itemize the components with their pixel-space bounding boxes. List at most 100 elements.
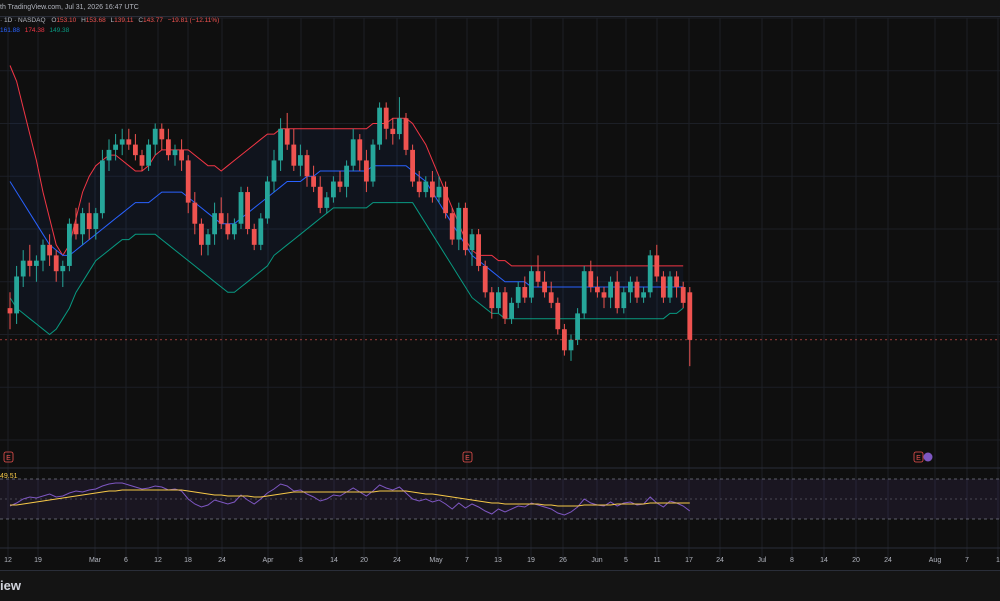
candle-body: [482, 265, 488, 293]
x-tick-label: 6: [124, 557, 128, 564]
x-tick-label: 7: [465, 557, 469, 564]
candle-body: [436, 186, 442, 198]
candle-body: [119, 139, 125, 145]
candle-body: [47, 244, 52, 256]
candle-body: [311, 176, 316, 187]
candle-body: [7, 308, 13, 314]
earnings-label: E: [465, 455, 470, 462]
candle-body: [674, 276, 679, 288]
candle-body: [509, 302, 514, 319]
candle-body: [278, 128, 283, 161]
x-tick-label: 19: [527, 557, 535, 564]
candle-body: [238, 192, 244, 224]
candle-body: [113, 144, 118, 150]
candle-body: [575, 313, 580, 340]
x-tick-label: 14: [820, 557, 828, 564]
candle-body: [152, 128, 158, 145]
candle-body: [324, 197, 330, 208]
candle-body: [634, 281, 640, 298]
candle-body: [34, 260, 39, 266]
earnings-label: E: [916, 455, 921, 462]
change-value: −19.81 (−12.11%): [167, 17, 220, 24]
x-tick-label: 24: [884, 557, 892, 564]
bb-lower-value: 149.38: [49, 27, 70, 34]
candle-body: [93, 213, 99, 229]
candle-body: [106, 149, 112, 161]
x-tick-label: Mar: [89, 557, 102, 564]
candle-body: [581, 271, 587, 314]
candle-body: [595, 287, 600, 293]
candle-body: [192, 202, 198, 224]
candle-body: [390, 128, 396, 135]
x-tick-label: 7: [965, 557, 969, 564]
candle-body: [185, 160, 191, 203]
candle-body: [159, 128, 165, 140]
candle-body: [20, 260, 26, 277]
candle-body: [568, 339, 574, 351]
candle-body: [502, 292, 508, 319]
candle-body: [515, 287, 521, 303]
candle-body: [410, 149, 415, 182]
candle-body: [304, 155, 310, 177]
bb-upper-value: 174.38: [24, 27, 45, 34]
x-tick-label: 20: [852, 557, 860, 564]
x-tick-label: Jul: [758, 557, 767, 564]
candle-body: [608, 281, 613, 298]
high-value: 153.68: [85, 17, 106, 24]
candle-body: [542, 281, 547, 293]
x-tick-label: 8: [299, 557, 303, 564]
candle-body: [344, 165, 349, 187]
candle-body: [80, 213, 85, 235]
candle-body: [271, 160, 277, 182]
candle-body: [67, 223, 72, 266]
candle-body: [245, 192, 250, 229]
candle-body: [628, 281, 633, 293]
open-value: 153.10: [56, 17, 77, 24]
candle-body: [298, 155, 303, 166]
candle-body: [337, 181, 343, 187]
x-tick-label: 19: [34, 557, 42, 564]
candle-body: [258, 218, 264, 245]
bb-basis-value: 161.88: [0, 27, 20, 34]
dividend-icon: [923, 452, 933, 462]
candle-body: [529, 271, 534, 298]
candle-body: [463, 207, 468, 251]
candle-body: [139, 155, 145, 166]
candle-body: [522, 287, 528, 298]
candle-body: [601, 292, 607, 298]
x-tick-label: 8: [790, 557, 794, 564]
candle-body: [53, 255, 59, 272]
earnings-label: E: [6, 455, 11, 462]
candle-body: [496, 292, 501, 309]
candle-body: [317, 186, 323, 208]
candle-body: [489, 292, 495, 309]
candle-body: [284, 128, 290, 145]
candle-body: [212, 213, 217, 235]
x-tick-label: 12: [154, 557, 162, 564]
candle-body: [614, 281, 620, 309]
bollinger-legend: 161.88 174.38 149.38: [0, 27, 69, 34]
candle-body: [687, 292, 693, 340]
candle-body: [126, 139, 132, 145]
candle-body: [60, 265, 66, 272]
footer-bar: iew: [0, 570, 1000, 601]
candle-body: [370, 144, 376, 182]
candle-body: [251, 229, 257, 245]
candle-body: [40, 244, 46, 261]
candle-body: [397, 118, 402, 135]
x-tick-label: 24: [393, 557, 401, 564]
x-tick-label: May: [429, 557, 443, 564]
x-tick-label: Jun: [591, 557, 602, 564]
candle-body: [535, 271, 541, 282]
symbol-line: · 1D · NASDAQ: [0, 17, 46, 24]
candle-body: [469, 234, 475, 251]
candle-body: [364, 160, 369, 182]
x-tick-label: 24: [716, 557, 724, 564]
candle-body: [403, 118, 409, 150]
price-chart[interactable]: E E E49.5112 19 Mar 6 12 18 24 Apr 8 14 20 24 May 7 13 19…: [0, 0, 1000, 570]
candle-body: [172, 149, 178, 156]
candle-body: [199, 223, 204, 245]
candle-body: [680, 287, 686, 303]
x-tick-label: 18: [184, 557, 192, 564]
candle-body: [166, 139, 171, 156]
